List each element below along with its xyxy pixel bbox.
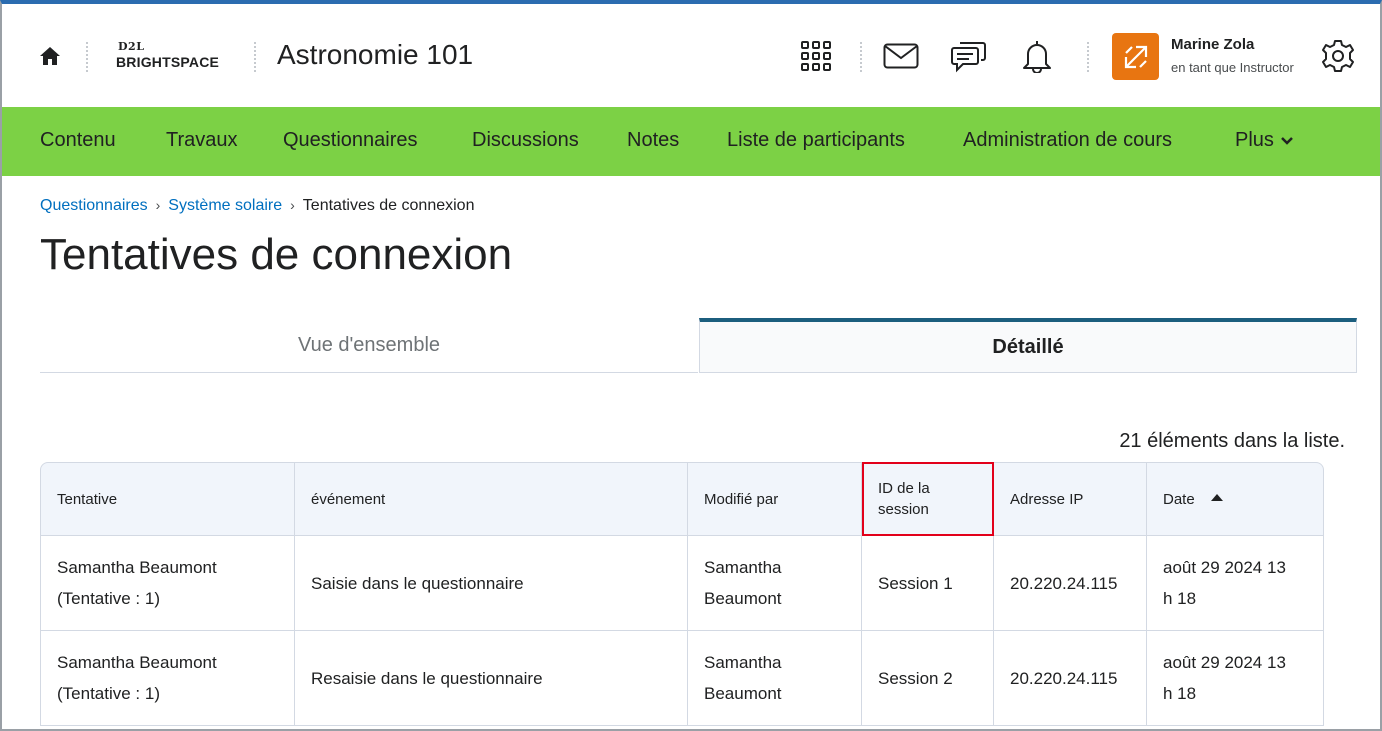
date-line-1: août 29 2024 13	[1163, 653, 1286, 672]
sort-ascending-icon[interactable]	[1210, 494, 1223, 502]
breadcrumb: Questionnaires › Système solaire › Tentative…	[40, 197, 474, 215]
nav-item-participants[interactable]: Liste de participants	[727, 129, 905, 152]
table-row: Samantha Beaumont (Tentative : 1) Saisie …	[40, 536, 1324, 631]
nav-item-contenu[interactable]: Contenu	[40, 129, 116, 152]
nav-item-administration[interactable]: Administration de cours	[963, 129, 1172, 152]
cell-modified-by: Samantha Beaumont	[688, 631, 862, 726]
modified-by-first: Samantha	[704, 558, 782, 577]
date-line-1: août 29 2024 13	[1163, 558, 1286, 577]
chat-icon[interactable]	[951, 38, 987, 74]
column-header-modifie-par[interactable]: Modifié par	[688, 462, 862, 536]
date-line-2: h 18	[1163, 684, 1197, 703]
attempts-table: Tentative événement Modifié par ID de la…	[40, 462, 1324, 726]
impersonate-icon[interactable]	[1112, 33, 1159, 80]
cell-event: Saisie dans le questionnaire	[295, 536, 688, 631]
cell-modified-by: Samantha Beaumont	[688, 536, 862, 631]
page-title: Tentatives de connexion	[40, 230, 513, 279]
column-header-date[interactable]: Date	[1147, 462, 1324, 536]
header-divider	[1087, 42, 1089, 72]
bell-icon[interactable]	[1019, 38, 1055, 74]
cell-date: août 29 2024 13 h 18	[1147, 631, 1324, 726]
tab-detail[interactable]: Détaillé	[699, 318, 1357, 373]
header-divider	[860, 42, 862, 72]
table-row: Samantha Beaumont (Tentative : 1) Resaisi…	[40, 631, 1324, 726]
breadcrumb-link-questionnaires[interactable]: Questionnaires	[40, 197, 148, 214]
nav-more-label: Plus	[1235, 129, 1274, 151]
column-header-adresse-ip[interactable]: Adresse IP	[994, 462, 1147, 536]
cell-ip: 20.220.24.115	[994, 631, 1147, 726]
nav-item-questionnaires[interactable]: Questionnaires	[283, 129, 418, 152]
attempt-number: (Tentative : 1)	[57, 589, 160, 608]
item-count: 21 éléments dans la liste.	[1119, 430, 1345, 452]
nav-item-more[interactable]: Plus	[1235, 129, 1294, 152]
cell-ip: 20.220.24.115	[994, 536, 1147, 631]
table-header-row: Tentative événement Modifié par ID de la…	[40, 462, 1324, 536]
date-line-2: h 18	[1163, 589, 1197, 608]
browser-frame: D2L BRIGHTSPACE Astronomie 101 Marine Zo…	[0, 0, 1382, 731]
user-role[interactable]: en tant que Instructor	[1171, 60, 1294, 75]
column-header-evenement[interactable]: événement	[295, 462, 688, 536]
cell-date: août 29 2024 13 h 18	[1147, 536, 1324, 631]
cell-attempt: Samantha Beaumont (Tentative : 1)	[40, 631, 295, 726]
tab-overview[interactable]: Vue d'ensemble	[40, 318, 698, 373]
breadcrumb-current: Tentatives de connexion	[302, 197, 475, 214]
header-divider	[86, 42, 88, 72]
modified-by-last: Beaumont	[704, 589, 782, 608]
attempt-user: Samantha Beaumont	[57, 653, 217, 672]
gear-icon[interactable]	[1320, 38, 1356, 74]
date-header-label: Date	[1163, 490, 1195, 508]
column-header-session-id[interactable]: ID de la session	[862, 462, 994, 536]
attempt-user: Samantha Beaumont	[57, 558, 217, 577]
breadcrumb-separator-icon: ›	[290, 197, 295, 213]
session-id-label: ID de la session	[878, 480, 930, 518]
attempt-number: (Tentative : 1)	[57, 684, 160, 703]
user-name[interactable]: Marine Zola	[1171, 36, 1254, 53]
mail-icon[interactable]	[883, 38, 919, 74]
brightspace-logo[interactable]: D2L BRIGHTSPACE	[116, 40, 226, 74]
cell-attempt: Samantha Beaumont (Tentative : 1)	[40, 536, 295, 631]
app-grid-icon[interactable]	[798, 38, 834, 74]
nav-item-discussions[interactable]: Discussions	[472, 129, 579, 152]
modified-by-last: Beaumont	[704, 684, 782, 703]
column-header-tentative[interactable]: Tentative	[40, 462, 295, 536]
nav-item-travaux[interactable]: Travaux	[166, 129, 238, 152]
cell-session-id: Session 1	[862, 536, 994, 631]
breadcrumb-link-systeme-solaire[interactable]: Système solaire	[168, 197, 282, 214]
chevron-down-icon	[1280, 129, 1294, 152]
modified-by-first: Samantha	[704, 653, 782, 672]
breadcrumb-separator-icon: ›	[155, 197, 161, 213]
course-navbar: Contenu Travaux Questionnaires Discussio…	[2, 107, 1380, 176]
course-title[interactable]: Astronomie 101	[277, 39, 473, 71]
nav-item-notes[interactable]: Notes	[627, 129, 679, 152]
home-icon[interactable]	[38, 44, 62, 68]
cell-event: Resaisie dans le questionnaire	[295, 631, 688, 726]
top-header: D2L BRIGHTSPACE Astronomie 101 Marine Zo…	[2, 4, 1380, 107]
cell-session-id: Session 2	[862, 631, 994, 726]
header-divider	[254, 42, 256, 72]
